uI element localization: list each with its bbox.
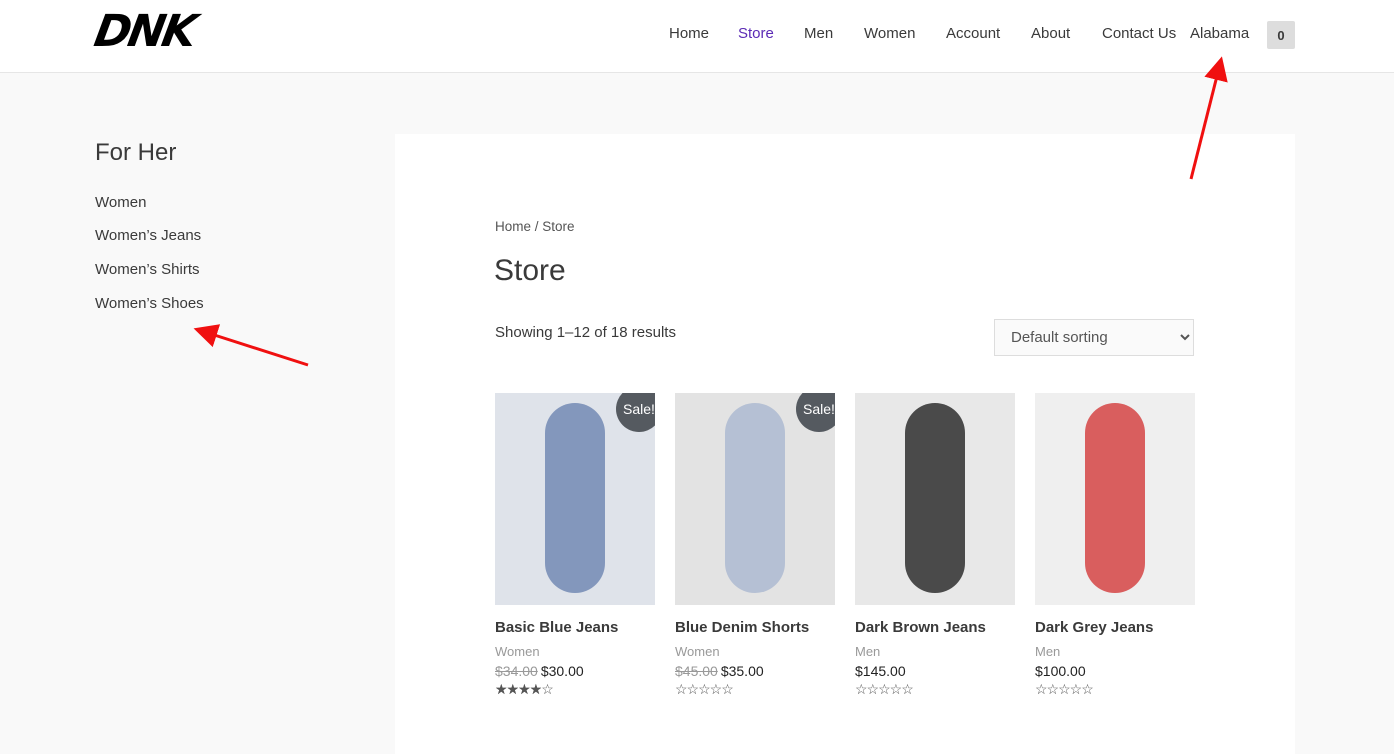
annotation-arrows xyxy=(193,56,1228,367)
arrow-to-sidebar xyxy=(193,324,309,367)
arrow-to-alabama xyxy=(1189,56,1228,180)
